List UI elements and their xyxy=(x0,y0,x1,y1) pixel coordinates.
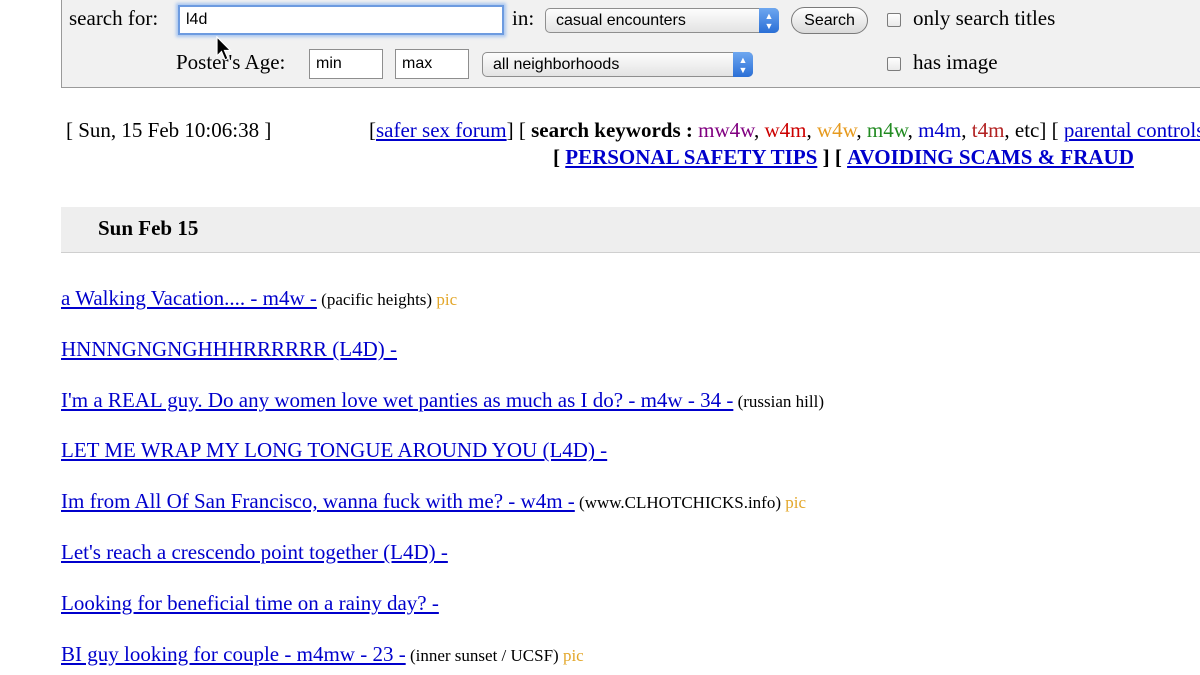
post-row: LET ME WRAP MY LONG TONGUE AROUND YOU (L… xyxy=(61,438,607,463)
category-selected-value: casual encounters xyxy=(556,12,686,29)
has-image-label: has image xyxy=(913,50,998,74)
post-title-link[interactable]: Im from All Of San Francisco, wanna fuck… xyxy=(61,489,575,513)
neighborhood-selected-value: all neighborhoods xyxy=(493,56,620,73)
comma: , xyxy=(806,118,817,142)
day-header-bar: Sun Feb 15 xyxy=(61,207,1200,253)
keywords-list: mw4w, w4m, w4w, m4w, m4m, t4m xyxy=(698,118,1004,142)
in-label: in: xyxy=(512,6,535,30)
search-keywords-label: search keywords : xyxy=(531,118,693,142)
parental-controls-link[interactable]: parental controls xyxy=(1064,118,1200,142)
keyword-t4m: t4m xyxy=(971,118,1005,142)
post-title-link[interactable]: HNNNGNGNGHHHRRRRRR (L4D) - xyxy=(61,337,397,361)
post-row: HNNNGNGNGHHHRRRRRR (L4D) - xyxy=(61,337,397,362)
post-title-link[interactable]: a Walking Vacation.... - m4w - xyxy=(61,286,317,310)
pic-badge: pic xyxy=(781,493,807,513)
bracket: , etc] [ xyxy=(1004,118,1059,142)
comma: , xyxy=(961,118,972,142)
post-row: Im from All Of San Francisco, wanna fuck… xyxy=(61,489,806,514)
bracket: ] [ xyxy=(506,118,526,142)
bracket: [ xyxy=(369,118,376,142)
keyword-m4w: m4w xyxy=(866,118,908,142)
keyword-mw4w: mw4w xyxy=(698,118,754,142)
post-title-link[interactable]: LET ME WRAP MY LONG TONGUE AROUND YOU (L… xyxy=(61,438,607,462)
post-title-link[interactable]: I'm a REAL guy. Do any women love wet pa… xyxy=(61,388,733,412)
post-location: (pacific heights) xyxy=(316,290,433,309)
neighborhood-select[interactable]: all neighborhoods ▲ ▼ xyxy=(482,52,753,77)
only-titles-checkbox[interactable] xyxy=(887,13,901,27)
keyword-w4w: w4w xyxy=(816,118,857,142)
search-input[interactable] xyxy=(178,5,504,35)
personal-safety-tips-link[interactable]: PERSONAL SAFETY TIPS xyxy=(565,145,817,169)
post-row: BI guy looking for couple - m4mw - 23 - … xyxy=(61,642,584,667)
keywords-line: [safer sex forum] [ search keywords : mw… xyxy=(369,118,1200,143)
post-title-link[interactable]: Let's reach a crescendo point together (… xyxy=(61,540,448,564)
pic-badge: pic xyxy=(558,645,584,665)
post-row: a Walking Vacation.... - m4w - (pacific … xyxy=(61,286,457,311)
avoiding-scams-link[interactable]: AVOIDING SCAMS & FRAUD xyxy=(847,145,1134,169)
post-row: Looking for beneficial time on a rainy d… xyxy=(61,591,439,616)
post-row: Let's reach a crescendo point together (… xyxy=(61,540,448,565)
search-for-label: search for: xyxy=(69,6,159,30)
comma: , xyxy=(753,118,765,142)
comma: , xyxy=(856,118,867,142)
safety-line: [ PERSONAL SAFETY TIPS ] [ AVOIDING SCAM… xyxy=(553,145,1134,170)
bracket: ] [ xyxy=(822,145,842,169)
category-select[interactable]: casual encounters ▲ ▼ xyxy=(545,8,779,33)
keyword-w4m: w4m xyxy=(764,118,807,142)
bracket: [ xyxy=(553,145,560,169)
post-location: (russian hill) xyxy=(733,391,824,411)
keyword-m4m: m4m xyxy=(918,118,962,142)
post-location: (inner sunset / UCSF) xyxy=(405,645,559,665)
has-image-checkbox[interactable] xyxy=(887,57,901,71)
day-header: Sun Feb 15 xyxy=(98,216,199,240)
search-button[interactable]: Search xyxy=(791,7,868,34)
only-titles-label: only search titles xyxy=(913,6,1056,30)
mouse-pointer-icon xyxy=(216,36,232,61)
select-arrows-icon: ▲ ▼ xyxy=(759,8,779,33)
pic-badge: pic xyxy=(432,290,458,309)
safer-sex-forum-link[interactable]: safer sex forum xyxy=(376,118,507,142)
comma: , xyxy=(907,118,919,142)
age-min-input[interactable] xyxy=(309,49,383,79)
post-row: I'm a REAL guy. Do any women love wet pa… xyxy=(61,388,824,413)
timestamp: [ Sun, 15 Feb 10:06:38 ] xyxy=(66,118,272,142)
age-max-input[interactable] xyxy=(395,49,469,79)
post-title-link[interactable]: BI guy looking for couple - m4mw - 23 - xyxy=(61,642,406,666)
select-arrows-icon: ▲ ▼ xyxy=(733,52,753,77)
post-title-link[interactable]: Looking for beneficial time on a rainy d… xyxy=(61,591,439,615)
post-location: (www.CLHOTCHICKS.info) xyxy=(574,493,781,513)
